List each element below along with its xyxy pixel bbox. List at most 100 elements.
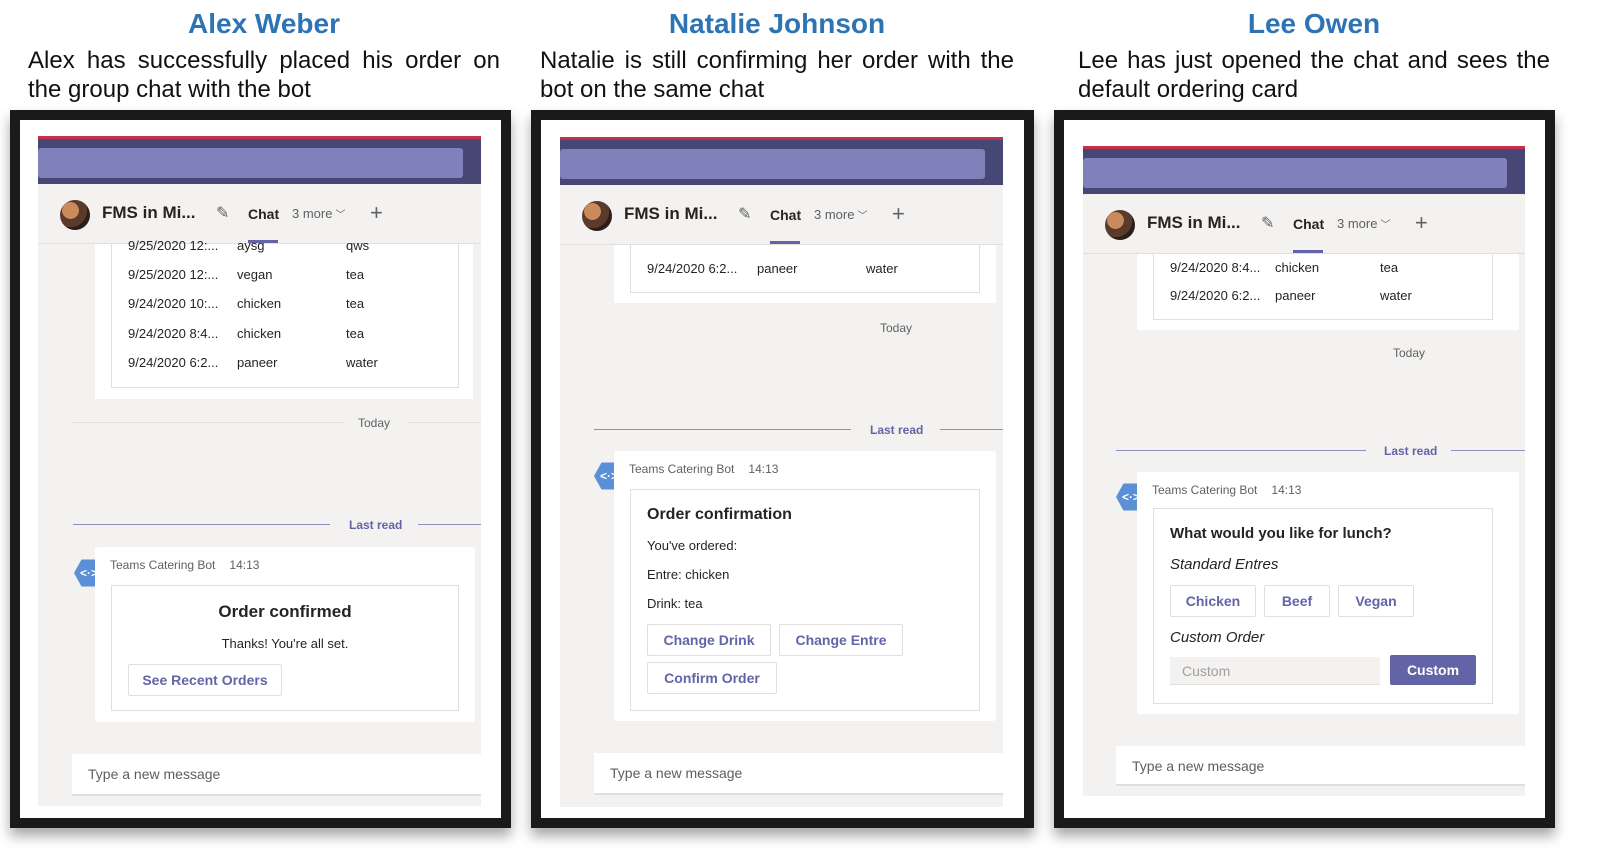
card-title: What would you like for lunch? bbox=[1170, 525, 1392, 542]
bot-message: Teams Catering Bot 14:13 Order confirmed … bbox=[95, 547, 475, 722]
sender-name: Teams Catering Bot bbox=[629, 462, 735, 476]
card-text: Drink: tea bbox=[647, 596, 703, 611]
search-bar[interactable] bbox=[38, 148, 463, 178]
bot-message: Teams Catering Bot 14:13 What would you l… bbox=[1137, 472, 1519, 714]
date-divider-today: Today bbox=[1393, 346, 1426, 360]
beef-button[interactable]: Beef bbox=[1264, 585, 1330, 617]
chat-header: FMS in Mi... ✎ Chat 3 more ﹀ + bbox=[560, 185, 1003, 245]
teams-topbar bbox=[1083, 146, 1525, 194]
tab-more[interactable]: 3 more ﹀ bbox=[292, 206, 345, 221]
change-drink-button[interactable]: Change Drink bbox=[647, 624, 771, 656]
message-meta: Teams Catering Bot 14:13 bbox=[1152, 483, 1301, 497]
pencil-icon[interactable]: ✎ bbox=[1261, 213, 1274, 233]
compose-box[interactable]: Type a new message bbox=[594, 753, 1003, 795]
add-tab-icon[interactable]: + bbox=[892, 201, 905, 227]
chat-title[interactable]: FMS in Mi... bbox=[1147, 213, 1241, 233]
chat-title[interactable]: FMS in Mi... bbox=[624, 204, 718, 224]
chat-header: FMS in Mi... ✎ Chat 3 more ﹀ + bbox=[38, 184, 481, 244]
last-read-line bbox=[73, 524, 330, 525]
chevron-down-icon: ﹀ bbox=[857, 211, 868, 222]
search-bar[interactable] bbox=[560, 149, 985, 179]
table-row: 9/24/2020 10:... chicken tea bbox=[128, 296, 365, 311]
date-divider-line bbox=[408, 422, 481, 423]
active-tab-indicator bbox=[770, 241, 800, 244]
last-read-label: Last read bbox=[870, 423, 924, 437]
column-description: Alex has successfully placed his order o… bbox=[28, 47, 500, 103]
orders-message: 9/25/2020 12:... aysg qws 9/25/2020 12:...… bbox=[95, 238, 473, 399]
group-avatar bbox=[582, 201, 612, 231]
message-time: 14:13 bbox=[1271, 483, 1302, 497]
orders-table: 9/24/2020 8:4... chicken tea 9/24/2020 6:2… bbox=[1153, 254, 1493, 320]
column-title: Alex Weber bbox=[188, 8, 340, 39]
card-text: Entre: chicken bbox=[647, 567, 730, 582]
custom-button[interactable]: Custom bbox=[1390, 655, 1476, 685]
column-header-lee: Lee Owen Lee has just opened the chat an… bbox=[1078, 8, 1550, 104]
last-read-line bbox=[418, 524, 481, 525]
column-title: Lee Owen bbox=[1247, 8, 1381, 39]
custom-order-label: Custom Order bbox=[1170, 629, 1265, 646]
last-read-line bbox=[1116, 450, 1366, 451]
column-description: Lee has just opened the chat and sees th… bbox=[1078, 47, 1550, 103]
tab-more[interactable]: 3 more ﹀ bbox=[814, 207, 867, 222]
last-read-line bbox=[594, 429, 851, 430]
screenshot-frame-lee: FMS in Mi... ✎ Chat 3 more ﹀ + 9/24/2020 … bbox=[1054, 110, 1555, 828]
add-tab-icon[interactable]: + bbox=[370, 200, 383, 226]
pencil-icon[interactable]: ✎ bbox=[738, 204, 751, 224]
change-entre-button[interactable]: Change Entre bbox=[779, 624, 903, 656]
adaptive-card: Order confirmed Thanks! You're all set. … bbox=[111, 585, 459, 711]
column-title: Natalie Johnson bbox=[668, 8, 886, 39]
confirm-order-button[interactable]: Confirm Order bbox=[647, 662, 777, 694]
table-row: 9/24/2020 6:2... paneer water bbox=[1170, 288, 1412, 303]
see-recent-orders-button[interactable]: See Recent Orders bbox=[128, 664, 282, 696]
column-header-alex: Alex Weber Alex has successfully placed … bbox=[28, 8, 500, 104]
card-text: Thanks! You're all set. bbox=[221, 636, 349, 651]
tab-chat[interactable]: Chat bbox=[1293, 216, 1324, 232]
tab-more[interactable]: 3 more ﹀ bbox=[1337, 216, 1390, 231]
tab-more-label: 3 more bbox=[292, 206, 333, 221]
message-meta: Teams Catering Bot 14:13 bbox=[629, 462, 778, 476]
message-time: 14:13 bbox=[748, 462, 779, 476]
message-meta: Teams Catering Bot 14:13 bbox=[110, 558, 259, 572]
compose-box[interactable]: Type a new message bbox=[72, 754, 481, 796]
standard-entres-label: Standard Entres bbox=[1170, 556, 1279, 573]
adaptive-card: What would you like for lunch? Standard … bbox=[1153, 508, 1493, 704]
bot-message: Teams Catering Bot 14:13 Order confirmati… bbox=[614, 451, 996, 721]
chevron-down-icon: ﹀ bbox=[335, 210, 346, 221]
card-text: You've ordered: bbox=[647, 538, 738, 553]
table-row: 9/24/2020 8:4... chicken tea bbox=[1170, 260, 1399, 275]
table-row: 9/24/2020 6:2... paneer water bbox=[128, 355, 378, 370]
message-timeline: 9/25/2020 12:... aysg qws 9/25/2020 12:...… bbox=[38, 238, 481, 806]
teams-window: FMS in Mi... ✎ Chat 3 more ﹀ + 9/24/2020 … bbox=[1083, 146, 1525, 796]
group-avatar bbox=[60, 200, 90, 230]
orders-message: 9/24/2020 6:2... paneer water bbox=[614, 245, 996, 303]
table-row: 9/25/2020 12:... vegan tea bbox=[128, 267, 365, 282]
tab-chat[interactable]: Chat bbox=[770, 207, 801, 223]
message-timeline: 9/24/2020 6:2... paneer water Today Last r… bbox=[560, 245, 1003, 807]
table-row: 9/24/2020 8:4... chicken tea bbox=[128, 326, 365, 341]
tab-chat[interactable]: Chat bbox=[248, 206, 279, 222]
pencil-icon[interactable]: ✎ bbox=[216, 203, 229, 223]
custom-order-input[interactable]: Custom bbox=[1170, 657, 1380, 685]
date-divider-today: Today bbox=[880, 321, 913, 335]
compose-box[interactable]: Type a new message bbox=[1116, 746, 1525, 786]
search-bar[interactable] bbox=[1083, 158, 1507, 188]
card-title: Order confirmed bbox=[218, 602, 352, 621]
orders-table: 9/25/2020 12:... aysg qws 9/25/2020 12:...… bbox=[111, 238, 459, 388]
table-row: 9/25/2020 12:... aysg qws bbox=[128, 238, 370, 253]
chicken-button[interactable]: Chicken bbox=[1170, 585, 1256, 617]
message-time: 14:13 bbox=[229, 558, 260, 572]
vegan-button[interactable]: Vegan bbox=[1338, 585, 1414, 617]
add-tab-icon[interactable]: + bbox=[1415, 210, 1428, 236]
chevron-down-icon: ﹀ bbox=[1380, 220, 1391, 231]
date-divider-line bbox=[73, 422, 343, 423]
teams-window: FMS in Mi... ✎ Chat 3 more ﹀ + 9/25/2020 … bbox=[38, 136, 481, 806]
table-row: 9/24/2020 6:2... paneer water bbox=[647, 261, 898, 276]
teams-window: FMS in Mi... ✎ Chat 3 more ﹀ + 9/24/2020 … bbox=[560, 137, 1003, 807]
chat-title[interactable]: FMS in Mi... bbox=[102, 203, 196, 223]
column-header-natalie: Natalie Johnson Natalie is still confirm… bbox=[540, 8, 1014, 104]
date-divider-today: Today bbox=[358, 416, 391, 430]
teams-topbar bbox=[38, 136, 481, 184]
adaptive-card: Order confirmation You've ordered: Entre… bbox=[630, 489, 980, 711]
tab-more-label: 3 more bbox=[1337, 216, 1378, 231]
chat-header: FMS in Mi... ✎ Chat 3 more ﹀ + bbox=[1083, 194, 1525, 254]
